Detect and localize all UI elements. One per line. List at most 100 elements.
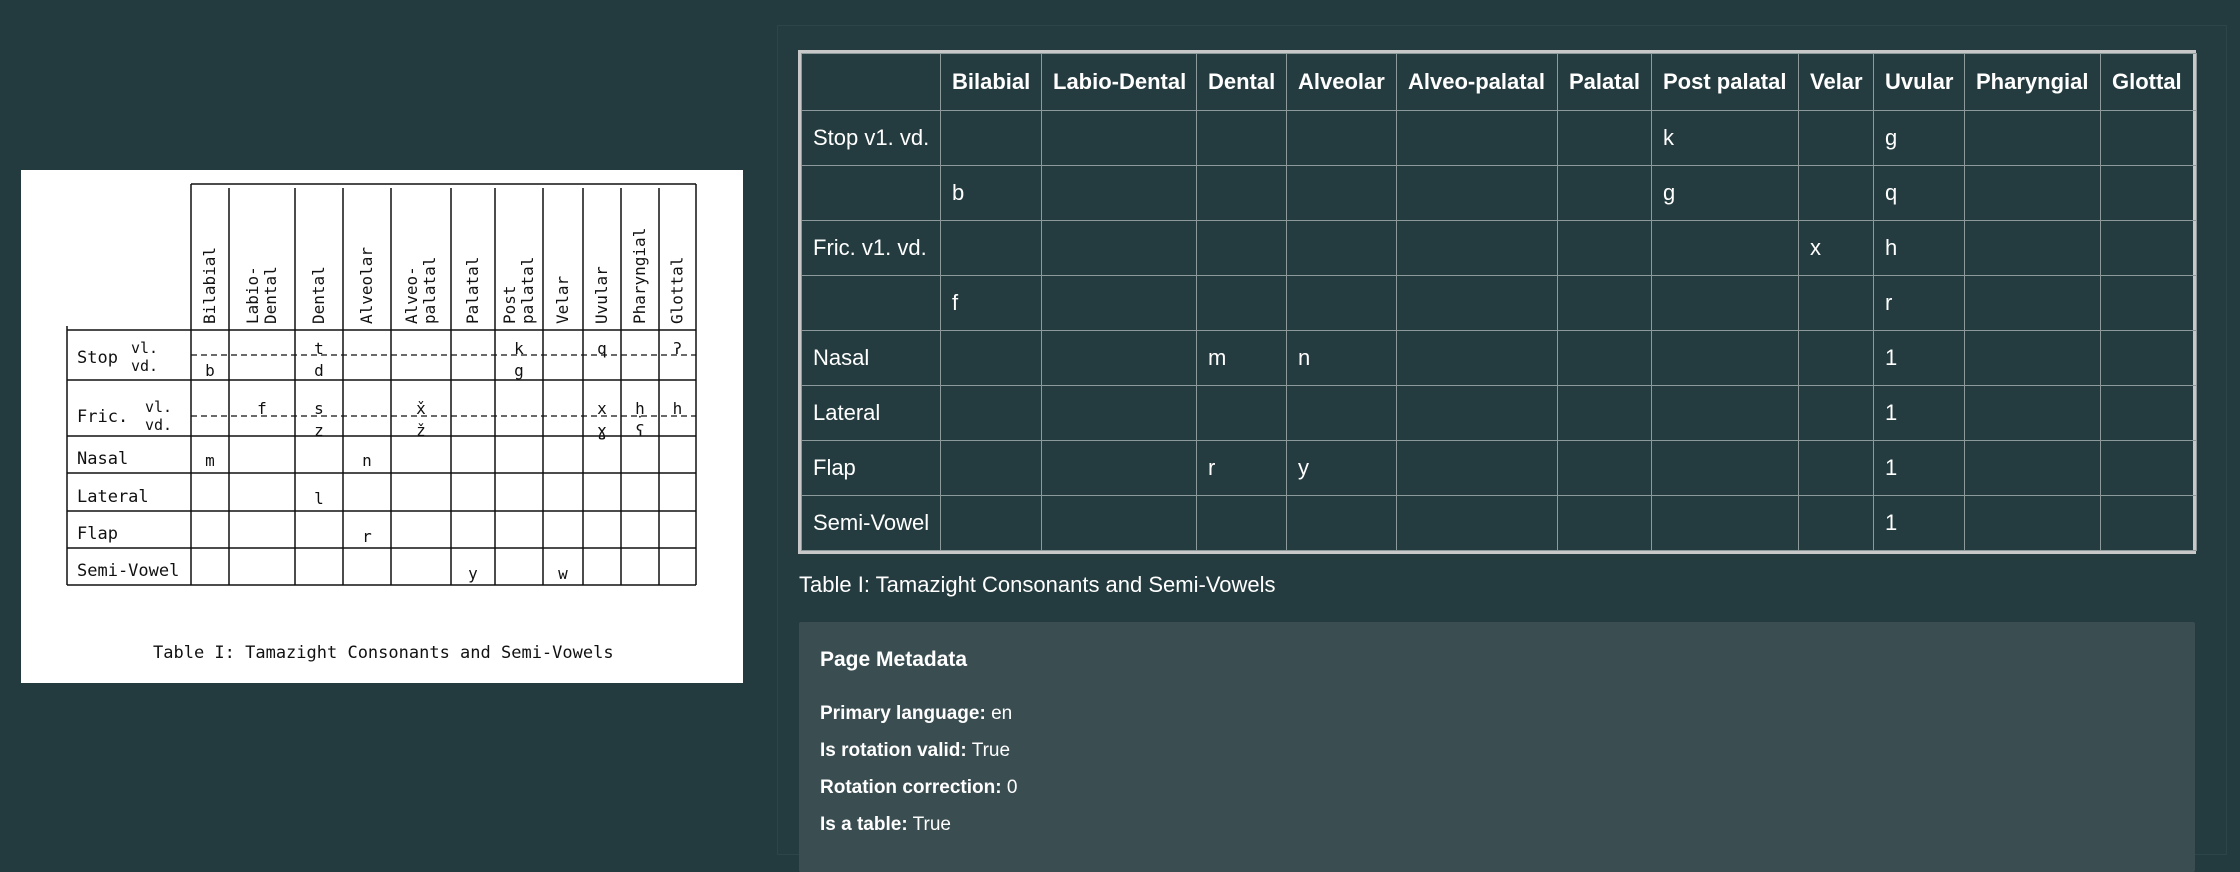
column-header-label: Alveolar	[357, 247, 376, 324]
column-header: Palatal	[1557, 53, 1652, 111]
table-cell: h	[1873, 220, 1965, 276]
metadata-rotation-valid: Is rotation valid: True	[820, 740, 1010, 762]
column-header-label: palatal	[518, 257, 537, 324]
table-cell	[1651, 275, 1799, 331]
table-cell: r	[1873, 275, 1965, 331]
column-header-label: Alveo-	[402, 266, 421, 324]
ocr-result-panel: Bilabial Labio-Dental Dental Alveolar Alveo-…	[777, 25, 2227, 872]
table-row: Lateral 1	[801, 385, 2197, 441]
table-row: Semi-Vowel 1	[801, 495, 2197, 551]
table-cell	[1964, 330, 2101, 386]
table-cell	[1651, 440, 1799, 496]
row-header-sublabel: vl.	[145, 398, 172, 416]
table-cell	[1798, 330, 1874, 386]
table-cell	[1286, 385, 1397, 441]
table-cell	[1798, 440, 1874, 496]
row-header-label: Fric.	[77, 407, 128, 427]
column-header: Glottal	[2100, 53, 2197, 111]
cell-symbol: l	[314, 489, 324, 508]
row-header-cell: Flap	[801, 440, 941, 496]
row-header-label: Nasal	[77, 449, 128, 469]
metadata-value: True	[912, 814, 951, 835]
table-cell: x	[1798, 220, 1874, 276]
column-header: Alveolar	[1286, 53, 1397, 111]
table-cell	[1557, 385, 1652, 441]
table-cell	[1798, 110, 1874, 166]
column-header-label: Post	[500, 285, 519, 324]
table-cell	[1041, 440, 1197, 496]
column-header	[801, 53, 941, 111]
table-cell	[1196, 275, 1287, 331]
table-cell: g	[1873, 110, 1965, 166]
ocr-table: Bilabial Labio-Dental Dental Alveolar Alveo-…	[801, 53, 2197, 551]
table-cell	[1196, 165, 1287, 221]
row-header-label: Lateral	[77, 487, 149, 507]
table-cell	[1041, 385, 1197, 441]
cell-symbol: w	[558, 564, 568, 583]
row-header-cell: Nasal	[801, 330, 941, 386]
table-row: Fric. v1. vd. x h	[801, 220, 2197, 276]
table-cell	[1396, 385, 1558, 441]
metadata-value: True	[971, 740, 1011, 761]
table-cell	[1196, 495, 1287, 551]
table-cell	[1557, 165, 1652, 221]
table-cell	[1286, 275, 1397, 331]
table-cell	[1557, 330, 1652, 386]
table-cell	[1396, 495, 1558, 551]
row-header-cell: Fric. v1. vd.	[801, 220, 941, 276]
table-cell	[1196, 385, 1287, 441]
table-cell	[1798, 275, 1874, 331]
table-cell	[1964, 440, 2101, 496]
table-cell	[940, 385, 1042, 441]
table-cell	[940, 495, 1042, 551]
column-header-label: Palatal	[463, 257, 482, 324]
cell-symbol: x̌	[416, 399, 426, 418]
table-row: bgq	[801, 165, 2197, 221]
table-cell: 1	[1873, 495, 1965, 551]
table-cell: 1	[1873, 330, 1965, 386]
table-cell	[1396, 275, 1558, 331]
table-cell	[1557, 220, 1652, 276]
row-header-cell	[801, 275, 941, 331]
metadata-primary-language: Primary language: en	[820, 703, 1012, 725]
table-cell	[1286, 220, 1397, 276]
cell-symbol: z	[314, 421, 324, 440]
cell-symbol: ž	[416, 421, 426, 440]
page-metadata-box: Page Metadata Primary language: en Is ro…	[799, 622, 2195, 872]
table-row: Nasal m n 1	[801, 330, 2197, 386]
table-cell	[940, 440, 1042, 496]
cell-symbol: k	[514, 339, 524, 358]
cell-symbol: h	[673, 399, 683, 418]
column-header-label: Labio-	[243, 266, 262, 324]
table-cell	[1396, 165, 1558, 221]
table-cell	[2100, 110, 2197, 166]
ocr-table-container: Bilabial Labio-Dental Dental Alveolar Alveo-…	[798, 50, 2197, 554]
table-cell	[1557, 275, 1652, 331]
table-cell: 1	[1873, 385, 1965, 441]
column-header-label: Uvular	[592, 266, 611, 324]
row-header-cell: Stop v1. vd.	[801, 110, 941, 166]
cell-symbol: ʕ	[635, 421, 645, 440]
metadata-label: Is a table:	[820, 814, 908, 835]
metadata-title: Page Metadata	[820, 648, 968, 671]
row-header-sublabel: vd.	[131, 357, 158, 375]
table-cell	[2100, 440, 2197, 496]
cell-symbol: s	[314, 399, 324, 418]
table-cell: n	[1286, 330, 1397, 386]
metadata-label: Primary language:	[820, 703, 986, 724]
cell-symbol: ɣ	[597, 421, 607, 440]
column-header: Uvular	[1873, 53, 1965, 111]
table-cell	[1041, 275, 1197, 331]
metadata-value: en	[991, 703, 1013, 724]
table-cell	[940, 110, 1042, 166]
column-header-label: palatal	[420, 257, 439, 324]
row-header-label: Semi-Vowel	[77, 561, 179, 581]
table-cell: f	[940, 275, 1042, 331]
cell-symbol: m	[205, 451, 215, 470]
table-cell	[1196, 110, 1287, 166]
column-header: Labio-Dental	[1041, 53, 1197, 111]
cell-symbol: x	[597, 399, 607, 418]
cell-symbol: y	[468, 564, 478, 583]
table-caption: Table I: Tamazight Consonants and Semi-V…	[799, 572, 1276, 597]
table-cell	[1396, 330, 1558, 386]
